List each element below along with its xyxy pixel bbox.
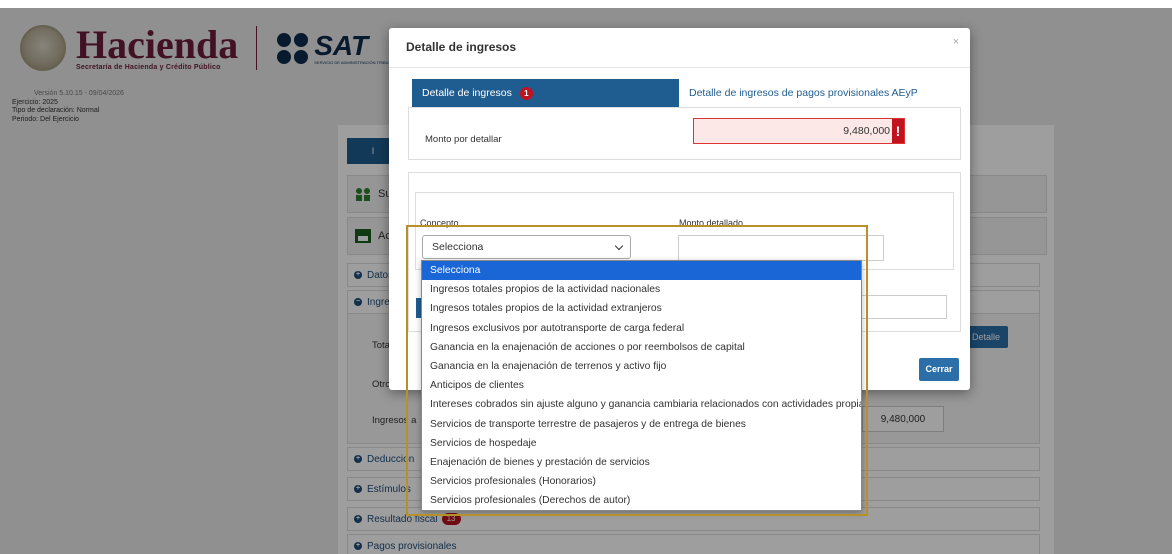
modal-title: Detalle de ingresos [406, 40, 517, 54]
tab-pagos-provisionales-label: Detalle de ingresos de pagos provisional… [689, 87, 918, 99]
monto-detallado-input[interactable] [678, 235, 884, 261]
option-ingresos-nacionales[interactable]: Ingresos totales propios de la actividad… [422, 280, 861, 299]
chevron-down-icon [614, 241, 624, 251]
tab-pagos-provisionales[interactable]: Detalle de ingresos de pagos provisional… [679, 79, 959, 107]
option-ganancia-terrenos[interactable]: Ganancia en la enajenación de terrenos y… [422, 357, 861, 376]
concepto-select[interactable]: Selecciona [422, 235, 631, 259]
option-anticipos-clientes[interactable]: Anticipos de clientes [422, 376, 861, 395]
option-transporte-pasajeros[interactable]: Servicios de transporte terrestre de pas… [422, 415, 861, 434]
concepto-dropdown-list: Selecciona Ingresos totales propios de l… [421, 260, 862, 511]
alert-icon: ! [892, 119, 904, 143]
monto-por-detallar-field: 9,480,000 ! [693, 118, 905, 144]
concepto-select-value: Selecciona [432, 241, 484, 253]
cerrar-button[interactable]: Cerrar [919, 358, 959, 381]
top-strip [0, 0, 1172, 8]
tab-detalle-ingresos[interactable]: Detalle de ingresos 1 [412, 79, 679, 107]
option-honorarios[interactable]: Servicios profesionales (Honorarios) [422, 472, 861, 491]
option-enajenacion-bienes[interactable]: Enajenación de bienes y prestación de se… [422, 453, 861, 472]
option-hospedaje[interactable]: Servicios de hospedaje [422, 434, 861, 453]
concepto-label: Concepto [420, 218, 459, 228]
monto-detallado-label: Monto detallado [679, 218, 744, 228]
monto-por-detallar-value: 9,480,000 [843, 125, 890, 137]
option-selecciona[interactable]: Selecciona [422, 261, 861, 281]
tab-detalle-ingresos-label: Detalle de ingresos [422, 87, 512, 99]
tab-error-badge: 1 [519, 86, 533, 100]
modal-divider [389, 67, 970, 68]
option-derechos-autor[interactable]: Servicios profesionales (Derechos de aut… [422, 491, 861, 510]
close-icon[interactable]: × [953, 36, 959, 48]
option-ingresos-extranjeros[interactable]: Ingresos totales propios de la actividad… [422, 299, 861, 318]
option-autotransporte[interactable]: Ingresos exclusivos por autotransporte d… [422, 319, 861, 338]
monto-por-detallar-label: Monto por detallar [425, 134, 502, 145]
option-intereses-cobrados[interactable]: Intereses cobrados sin ajuste alguno y g… [422, 395, 861, 414]
option-ganancia-acciones[interactable]: Ganancia en la enajenación de acciones o… [422, 338, 861, 357]
monto-panel: Monto por detallar 9,480,000 ! [408, 107, 961, 160]
